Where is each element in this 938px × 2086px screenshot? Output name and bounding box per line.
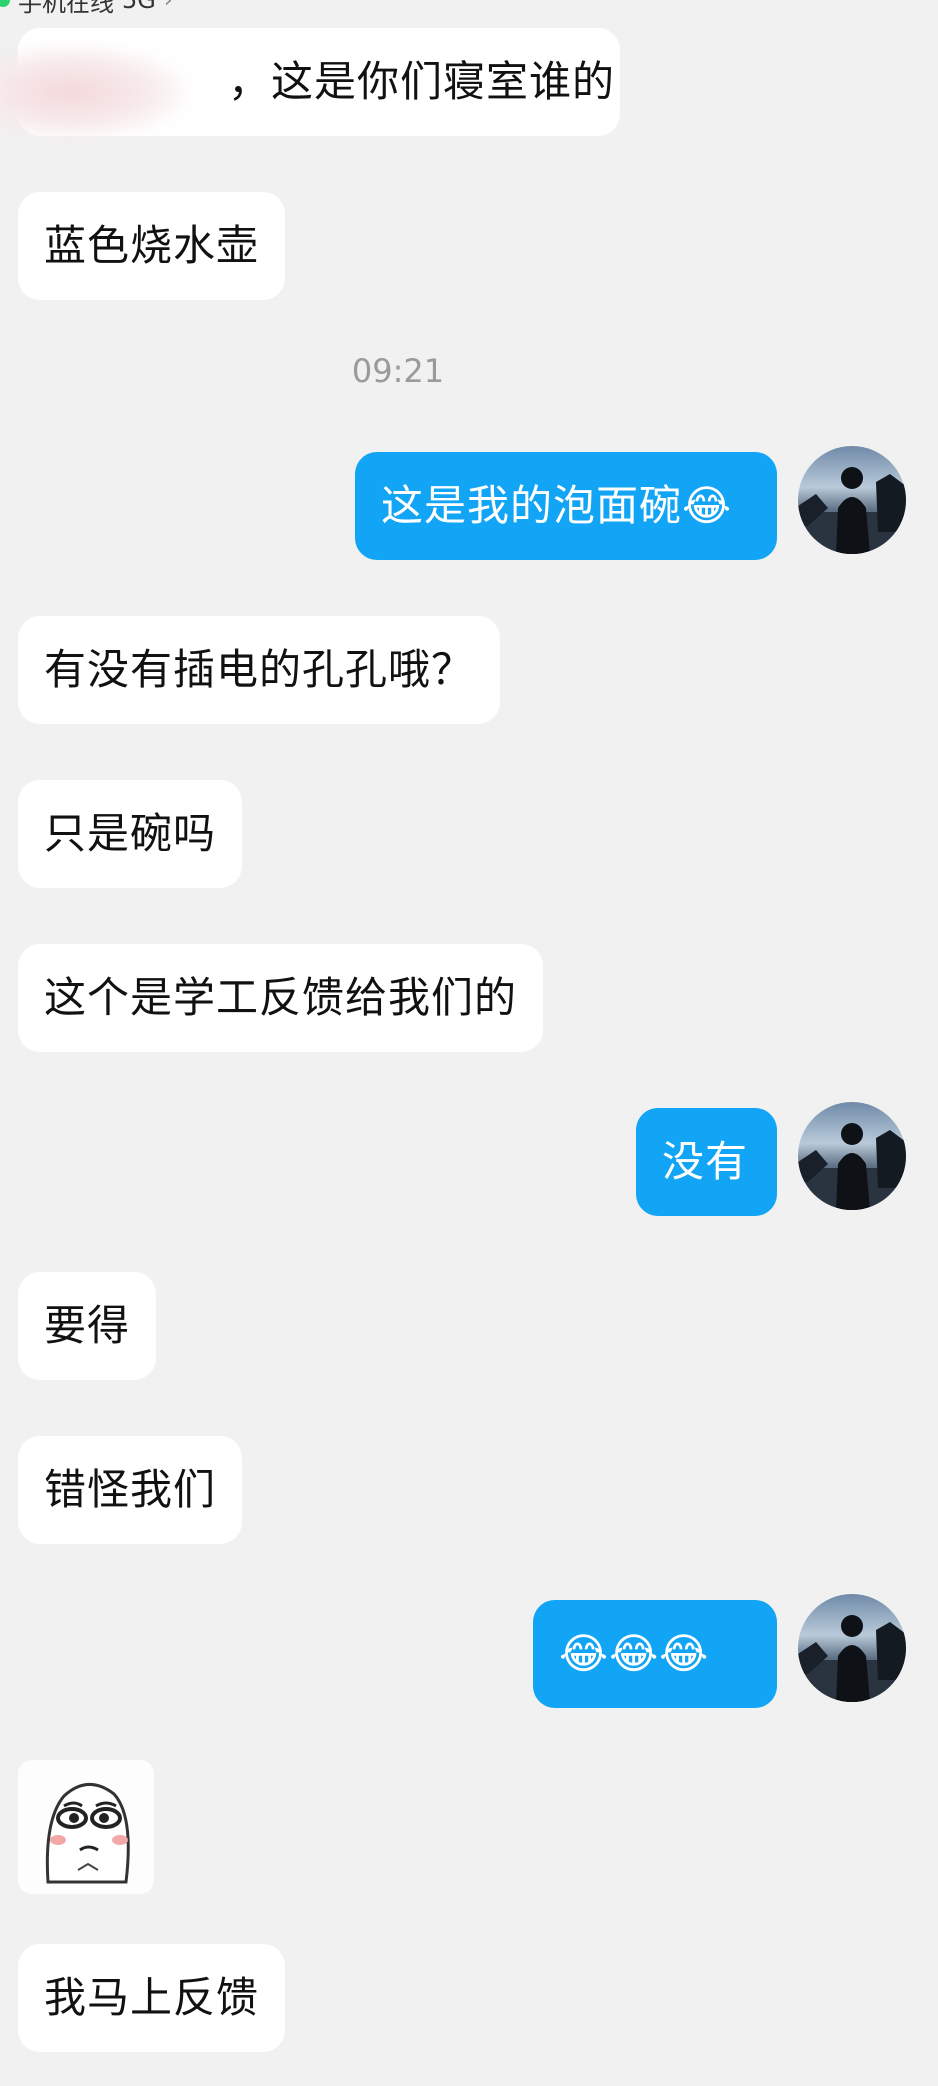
meme-face-sticker-icon[interactable] <box>18 1760 154 1894</box>
redacted-name-blur <box>0 44 190 140</box>
chevron-right-icon[interactable]: › <box>164 0 173 13</box>
message-bubble-incoming[interactable]: 只是碗吗 <box>18 780 243 888</box>
message-bubble-outgoing[interactable]: 😂😂😂 <box>533 1600 777 1708</box>
message-bubble-incoming[interactable]: 错怪我们 <box>18 1436 243 1544</box>
message-bubble-incoming[interactable]: 有没有插电的孔孔哦？ <box>18 616 501 724</box>
avatar[interactable] <box>798 1594 906 1702</box>
message-bubble-incoming[interactable]: 这个是学工反馈给我们的 <box>18 944 544 1052</box>
avatar[interactable] <box>798 446 906 554</box>
message-text: 这个是学工反馈给我们的 <box>44 973 518 1022</box>
avatar[interactable] <box>798 1102 906 1210</box>
message-bubble-outgoing[interactable]: 没有 <box>636 1108 777 1216</box>
message-text: 错怪我们 <box>44 1465 217 1514</box>
message-text: 要得 <box>44 1301 131 1350</box>
message-text: 我马上反馈 <box>44 1973 260 2022</box>
message-timestamp: 09:21 <box>351 352 445 390</box>
message-text: 这是我的泡面碗😂 <box>381 481 733 530</box>
presence-label: 手机在线 <box>18 0 114 17</box>
message-bubble-incoming[interactable]: 要得 <box>18 1272 157 1380</box>
message-text: 只是碗吗 <box>44 809 217 858</box>
message-bubble-incoming[interactable]: 我马上反馈 <box>18 1944 286 2052</box>
message-text: 没有 <box>662 1137 749 1186</box>
online-status-dot-icon <box>0 0 10 7</box>
message-bubble-outgoing[interactable]: 这是我的泡面碗😂 <box>355 452 777 560</box>
message-text: 😂😂😂 <box>559 1629 710 1678</box>
message-bubble-incoming[interactable]: 蓝色烧水壶 <box>18 192 286 300</box>
network-label: 5G <box>122 0 156 14</box>
status-strip: 手机在线 5G › <box>0 0 173 17</box>
message-text: 有没有插电的孔孔哦？ <box>44 645 475 694</box>
message-text: ，这是你们寝室谁的 <box>228 57 616 106</box>
message-text: 蓝色烧水壶 <box>44 221 260 270</box>
